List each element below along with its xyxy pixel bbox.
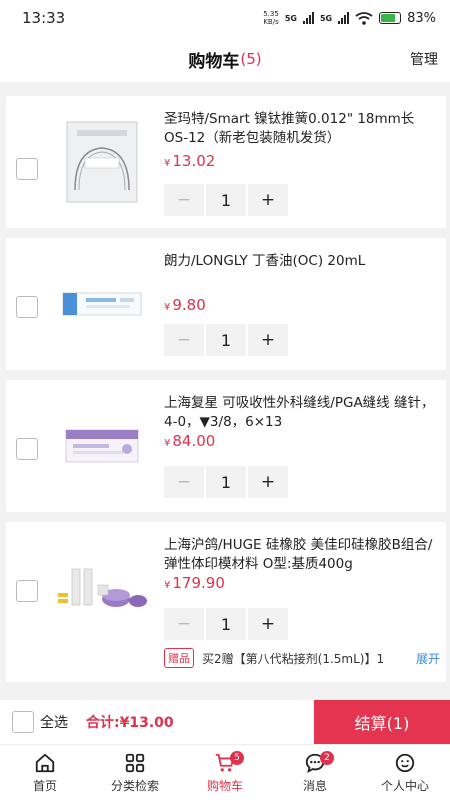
cart-item[interactable]: 圣玛特/Smart 镍钛推簧0.012" 18mm长 OS-12（新老包装随机发… <box>6 96 446 228</box>
product-title[interactable]: 圣玛特/Smart 镍钛推簧0.012" 18mm长 OS-12（新老包装随机发… <box>164 110 440 148</box>
quantity-value[interactable]: 1 <box>206 184 246 216</box>
select-all-label[interactable]: 全选 <box>40 712 68 732</box>
item-checkbox[interactable] <box>16 158 38 180</box>
gift-tag: 赠品 <box>164 648 194 668</box>
quantity-value[interactable]: 1 <box>206 608 246 640</box>
manage-button[interactable]: 管理 <box>410 49 438 69</box>
product-image[interactable] <box>48 534 156 642</box>
message-badge: 2 <box>320 751 334 765</box>
decrease-button[interactable]: − <box>164 184 204 216</box>
status-time: 13:33 <box>22 9 66 27</box>
decrease-button[interactable]: − <box>164 466 204 498</box>
status-icons: 5.35 KB/s 5G 5G 83% <box>263 10 436 26</box>
quantity-stepper: − 1 + <box>164 184 288 216</box>
tab-label: 消息 <box>302 778 327 793</box>
battery-level: 83% <box>407 10 436 26</box>
cart-count: (5) <box>240 50 262 68</box>
cart-item[interactable]: 上海沪鸽/HUGE 硅橡胶 美佳印硅橡胶B组合/弹性体印模材料 O型:基质400… <box>6 522 446 682</box>
select-all-checkbox[interactable] <box>12 711 34 733</box>
cart-item[interactable]: 朗力/LONGLY 丁香油(OC) 20mL ¥9.80 − 1 + <box>6 238 446 370</box>
decrease-button[interactable]: − <box>164 608 204 640</box>
product-image-silicone <box>58 568 147 607</box>
network-type-2: 5G <box>319 13 333 23</box>
product-image[interactable] <box>48 108 156 216</box>
gift-promotion: 赠品 买2赠【第八代粘接剂(1.5mL)】1 展开 <box>164 648 440 668</box>
category-icon <box>125 753 145 772</box>
status-bar: 13:33 5.35 KB/s 5G 5G 83% <box>0 0 450 36</box>
tab-home[interactable]: 首页 <box>0 745 90 800</box>
tab-label: 个人中心 <box>380 778 429 793</box>
product-image-nitinol-spring <box>66 121 138 203</box>
product-title[interactable]: 上海复星 可吸收性外科缝线/PGA缝线 缝针，4-0，▼3/8，6×13 <box>164 394 440 432</box>
page-title: 购物车 <box>188 51 240 72</box>
tab-category[interactable]: 分类检索 <box>90 745 180 800</box>
increase-button[interactable]: + <box>248 608 288 640</box>
wifi-icon <box>355 11 373 25</box>
product-price: ¥84.00 <box>164 432 216 450</box>
tab-cart[interactable]: 购物车 5 <box>180 745 270 800</box>
item-checkbox[interactable] <box>16 296 38 318</box>
product-price: ¥179.90 <box>164 574 225 592</box>
product-price: ¥9.80 <box>164 296 206 314</box>
checkout-bar: 全选 合计:¥13.00 结算(1) <box>0 700 450 744</box>
network-type-1: 5G <box>284 13 297 23</box>
cart-badge: 5 <box>230 751 244 765</box>
increase-button[interactable]: + <box>248 324 288 356</box>
quantity-value[interactable]: 1 <box>206 466 246 498</box>
product-image-suture <box>65 429 139 463</box>
total-amount: 合计:¥13.00 <box>86 715 174 731</box>
product-title[interactable]: 上海沪鸽/HUGE 硅橡胶 美佳印硅橡胶B组合/弹性体印模材料 O型:基质400… <box>164 536 440 574</box>
tab-messages[interactable]: 消息 2 <box>270 745 360 800</box>
product-image[interactable] <box>48 392 156 500</box>
product-title[interactable]: 朗力/LONGLY 丁香油(OC) 20mL <box>164 252 440 271</box>
product-image[interactable] <box>48 250 156 358</box>
battery-icon <box>379 12 402 24</box>
tab-profile[interactable]: 个人中心 <box>360 745 450 800</box>
signal-icon-2 <box>338 12 350 24</box>
quantity-stepper: − 1 + <box>164 466 288 498</box>
quantity-value[interactable]: 1 <box>206 324 246 356</box>
tab-label: 购物车 <box>206 778 243 793</box>
tab-label: 分类检索 <box>110 778 159 793</box>
checkout-button[interactable]: 结算(1) <box>314 700 450 744</box>
bottom-tab-bar: 首页 分类检索 购物车 5 消息 2 个人中心 <box>0 744 450 800</box>
product-price: ¥13.02 <box>164 152 216 170</box>
quantity-stepper: − 1 + <box>164 608 288 640</box>
tab-label: 首页 <box>32 778 57 793</box>
profile-icon <box>395 753 415 772</box>
signal-icon <box>302 12 314 24</box>
net-speed: 5.35 KB/s <box>263 10 279 26</box>
gift-text: 买2赠【第八代粘接剂(1.5mL)】1 <box>202 651 385 666</box>
product-image-clove-oil <box>62 292 142 316</box>
increase-button[interactable]: + <box>248 466 288 498</box>
decrease-button[interactable]: − <box>164 324 204 356</box>
expand-link[interactable]: 展开 <box>416 650 440 667</box>
page-header: 购物车 (5) 管理 <box>0 36 450 82</box>
item-checkbox[interactable] <box>16 580 38 602</box>
item-checkbox[interactable] <box>16 438 38 460</box>
quantity-stepper: − 1 + <box>164 324 288 356</box>
increase-button[interactable]: + <box>248 184 288 216</box>
cart-list: 圣玛特/Smart 镍钛推簧0.012" 18mm长 OS-12（新老包装随机发… <box>6 96 446 692</box>
cart-item[interactable]: 上海复星 可吸收性外科缝线/PGA缝线 缝针，4-0，▼3/8，6×13 ¥84… <box>6 380 446 512</box>
home-icon <box>35 753 55 772</box>
